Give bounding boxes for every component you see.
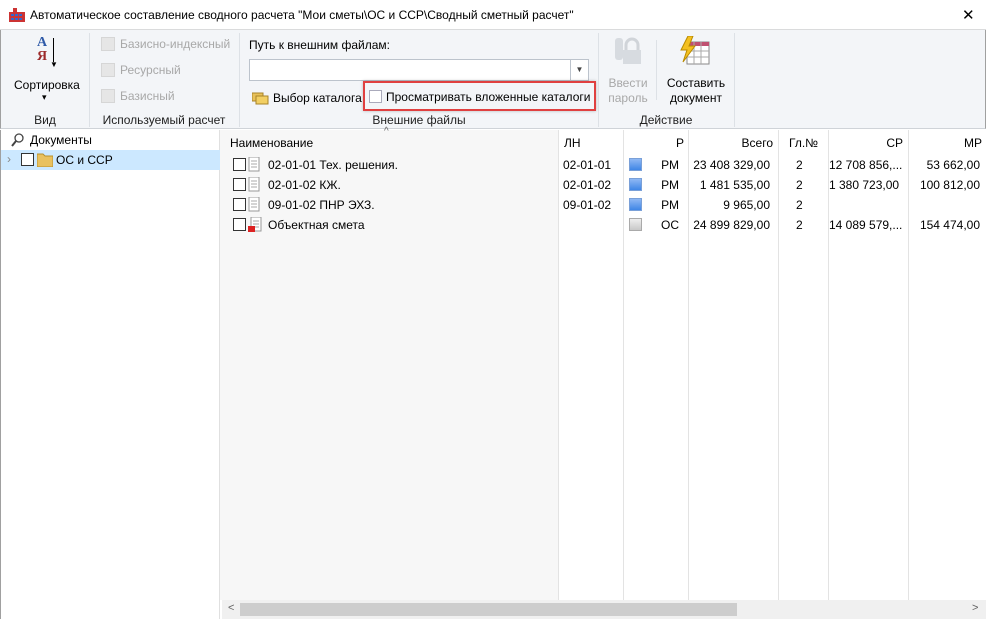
row-r: РМ — [661, 158, 679, 172]
estimate-doc-icon — [248, 157, 260, 172]
title-bar: Автоматическое составление сводного расч… — [0, 0, 986, 30]
group-label-calc: Используемый расчет — [102, 113, 226, 127]
header-sr[interactable]: СР — [829, 136, 903, 150]
nested-dirs-checkbox[interactable]: Просматривать вложенные каталоги — [369, 89, 591, 105]
row-r: РМ — [661, 198, 679, 212]
row-checkbox[interactable] — [233, 178, 246, 191]
row-sr: 12 708 856,... — [829, 158, 903, 172]
compose-document-button[interactable]: Составить документ — [661, 34, 731, 108]
row-checkbox[interactable] — [233, 158, 246, 171]
app-icon — [9, 8, 25, 22]
tree-item-checkbox[interactable] — [21, 153, 34, 166]
sort-asc-icon: ^ — [384, 126, 389, 137]
row-name: 09-01-02 ПНР ЭХЗ. — [268, 198, 375, 212]
row-mr: 100 812,00 — [919, 178, 980, 192]
path-input[interactable]: ▼ — [249, 59, 589, 81]
row-total: 1 481 535,00 — [699, 178, 770, 192]
search-icon — [11, 133, 24, 147]
window-title: Автоматическое составление сводного расч… — [30, 8, 574, 22]
header-total[interactable]: Всего — [689, 136, 773, 150]
header-r[interactable]: Р — [676, 136, 684, 150]
row-r: РМ — [661, 178, 679, 192]
row-ln: 09-01-02 — [563, 198, 612, 212]
row-total: 9 965,00 — [723, 198, 770, 212]
folder-icon — [252, 92, 269, 105]
object-estimate-icon — [248, 217, 262, 232]
chevron-down-icon: ▾ — [42, 92, 47, 102]
lightning-table-icon — [680, 36, 710, 65]
header-gl[interactable]: Гл.№ — [789, 136, 818, 150]
horizontal-scrollbar[interactable]: < > — [222, 600, 986, 619]
row-r: ОС — [661, 218, 679, 232]
documents-table: ^ Наименование ЛН Р Всего Гл.№ СР МР 02-… — [220, 126, 986, 600]
row-mr: 53 662,00 — [926, 158, 980, 172]
row-gl: 2 — [796, 158, 803, 172]
row-sr: 1 380 723,00 — [829, 178, 900, 192]
group-label-action: Действие — [639, 113, 693, 127]
row-name: 02-01-01 Тех. решения. — [268, 158, 398, 172]
folder-icon — [37, 153, 53, 167]
row-checkbox[interactable] — [233, 218, 246, 231]
nested-dirs-label: Просматривать вложенные каталоги — [386, 90, 591, 104]
path-label: Путь к внешним файлам: — [249, 38, 391, 52]
scroll-left-icon[interactable]: < — [228, 602, 234, 614]
estimate-doc-icon — [248, 177, 260, 192]
scrollbar-thumb[interactable] — [240, 603, 737, 616]
sort-button[interactable]: АЯ ▼ Сортировка ▾ — [9, 32, 85, 106]
enter-password-button[interactable]: Ввести пароль — [603, 34, 653, 108]
tree-item-label: ОС и ССР — [56, 153, 113, 167]
group-label-view: Вид — [34, 113, 56, 127]
dropdown-chevron-icon[interactable]: ▼ — [570, 60, 588, 80]
row-gl: 2 — [796, 178, 803, 192]
close-button[interactable]: ✕ — [962, 6, 975, 24]
row-gl: 2 — [796, 218, 803, 232]
document-tree: Документы › ОС и ССР — [0, 130, 220, 619]
sort-icon: АЯ ▼ — [37, 35, 58, 70]
estimate-doc-icon — [248, 197, 260, 212]
scroll-right-icon[interactable]: > — [972, 602, 978, 614]
row-sr: 14 089 579,... — [829, 218, 903, 232]
header-name[interactable]: Наименование — [230, 136, 313, 150]
choose-directory-button[interactable]: Выбор каталога — [252, 90, 364, 106]
ribbon: АЯ ▼ Сортировка ▾ Вид Базисно-индексный … — [0, 30, 986, 129]
row-checkbox[interactable] — [233, 198, 246, 211]
chevron-right-icon[interactable]: › — [7, 152, 11, 166]
tree-item-os-ssr[interactable]: › ОС и ССР — [1, 150, 220, 170]
row-mr: 154 474,00 — [919, 218, 980, 232]
choose-directory-label: Выбор каталога — [273, 91, 362, 105]
row-gl: 2 — [796, 198, 803, 212]
row-ln: 02-01-01 — [563, 158, 612, 172]
sort-label: Сортировка — [14, 78, 80, 92]
row-total: 24 899 829,00 — [693, 218, 770, 232]
row-name: Объектная смета — [268, 218, 365, 232]
header-ln[interactable]: ЛН — [564, 136, 581, 150]
row-ln: 02-01-02 — [563, 178, 612, 192]
row-total: 23 408 329,00 — [693, 158, 770, 172]
lock-key-icon — [615, 37, 641, 64]
group-label-files: Внешние файлы — [372, 113, 466, 127]
row-name: 02-01-02 КЖ. — [268, 178, 341, 192]
header-mr[interactable]: МР — [909, 136, 982, 150]
